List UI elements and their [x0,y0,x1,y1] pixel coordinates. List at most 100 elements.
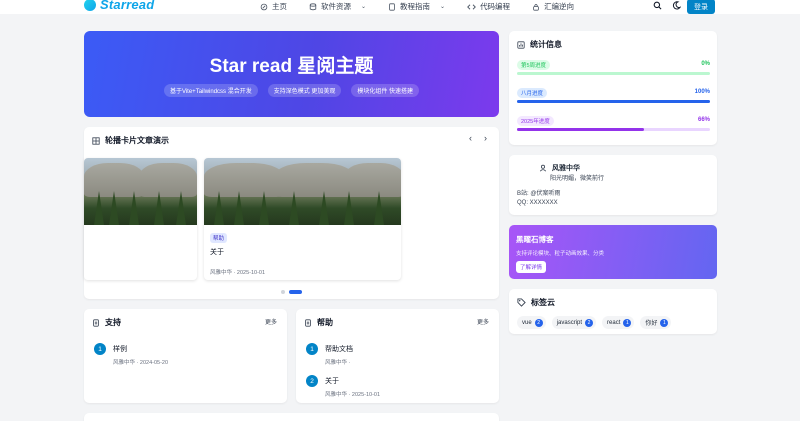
tag-cloud-title: 标签云 [517,297,555,308]
bottom-card [84,413,499,421]
tag-name: 你好 [645,321,658,327]
carousel-slide[interactable] [84,158,197,280]
chevron-down-icon: ⌄ [440,4,446,10]
promo-desc: 支持评论模块、粒子动画效果、分类 [516,251,605,257]
item-title[interactable]: 样例 [113,344,168,354]
progress-label: 八月进度 [517,88,548,98]
item-number: 1 [306,343,318,355]
tag-chip[interactable]: 你好 1 [640,316,672,329]
slide-image [84,158,197,225]
item-meta: 风雅中华 · [325,360,351,366]
profile-name: 风雅中华 [552,165,580,172]
carousel-dot[interactable] [281,290,285,294]
support-more-link[interactable]: 更多 [265,317,277,326]
help-card: 帮助 更多 1 帮助文档 风雅中华 · 2 关于 风雅中华 · 2025-10-… [296,309,499,403]
grid-icon [92,136,100,145]
carousel-title-text: 轮播卡片文章演示 [105,136,169,145]
chart-icon [517,40,525,49]
item-meta: 风雅中华 · 2025-10-01 [325,392,381,398]
tag-chip[interactable]: vue 2 [517,316,546,329]
carousel-title: 轮播卡片文章演示 [92,135,169,146]
progress-bar [517,100,710,103]
profile-motto: 阳光明媚，微笑前行 [550,176,605,182]
progress-percent: 0% [701,61,710,67]
nav-item-reverse[interactable]: 汇编逆向 [532,1,574,12]
tag-name: vue [522,319,532,326]
database-icon [309,2,317,10]
nav-item-tutorials[interactable]: 教程指南 ⌄ [388,1,445,12]
progress-bar [517,72,710,75]
promo-learn-more-button[interactable]: 了解详情 [516,261,547,273]
item-title[interactable]: 关于 [325,376,380,386]
nav-label: 软件资源 [321,2,351,11]
tag-name: javascript [556,319,583,326]
slide-category-badge[interactable]: 帮助 [210,233,228,243]
nav-item-coding[interactable]: 代码编程 [467,1,510,12]
support-title: 支持 [92,317,121,328]
promo-card: 黑曜石博客 支持评论模块、粒子动画效果、分类 了解详情 [509,225,717,279]
main-nav: 主页 软件资源 ⌄ 教程指南 ⌄ 代码编程 汇编逆向 [260,1,574,12]
stats-card: 统计信息 第5周进度 0% 八月进度 100% 2025年进度 66% [509,31,717,145]
progress-fill [517,100,710,103]
carousel-dots [281,290,302,294]
code-icon [467,3,476,10]
tag-icon [517,298,526,307]
search-icon[interactable] [653,1,662,10]
help-title-text: 帮助 [317,318,333,327]
home-icon [260,3,268,10]
tag-chip[interactable]: react 1 [602,316,635,329]
help-more-link[interactable]: 更多 [477,317,489,326]
document-icon [305,318,311,327]
support-card: 支持 更多 1 样例 风雅中华 · 2024-05-20 [84,309,287,403]
nav-label: 汇编逆向 [544,2,575,11]
slide-title[interactable]: 关于 [210,247,224,257]
hero-banner: Star read 星阅主题 基于Vite+Tailwindcss 混合开发 支… [84,31,499,117]
stats-title-text: 统计信息 [530,40,562,49]
nav-label: 教程指南 [400,2,431,11]
list-item[interactable]: 1 帮助文档 风雅中华 · [306,343,353,366]
support-title-text: 支持 [105,318,121,327]
tag-count: 1 [623,318,632,327]
top-header: Starread 主页 软件资源 ⌄ 教程指南 ⌄ 代码编程 汇编逆向 登录 [0,0,800,14]
nav-label: 主页 [272,2,287,11]
hero-tag: 模块化组件 快速搭建 [351,84,420,97]
progress-percent: 66% [697,117,710,123]
progress-label: 第5周进度 [517,60,551,70]
chevron-right-icon[interactable]: › [484,133,487,143]
carousel-dot-active[interactable] [289,290,302,294]
document-icon [93,318,99,327]
nav-item-home[interactable]: 主页 [260,1,287,12]
profile-card: 风雅中华 阳光明媚，微笑前行 B站: @伏案听雨 QQ: XXXXXXX [509,155,717,215]
hero-title: Star read 星阅主题 [209,56,374,77]
chevron-left-icon[interactable]: ‹ [469,133,472,143]
nav-item-software[interactable]: 软件资源 ⌄ [309,1,366,12]
hero-tags: 基于Vite+Tailwindcss 混合开发 支持深色模式 更加美观 模块化组… [84,84,499,97]
lock-icon [533,3,539,11]
carousel-slide[interactable]: 帮助 关于 风雅中华 · 2025-10-01 [204,158,401,280]
login-button[interactable]: 登录 [687,0,715,14]
tag-count: 2 [534,318,543,327]
help-title: 帮助 [304,317,333,328]
book-icon [389,2,395,11]
tag-chip[interactable]: javascript 2 [551,316,597,329]
tag-count: 2 [585,318,594,327]
progress-percent: 100% [694,89,710,95]
progress-fill [517,128,645,131]
profile-site: B站: @伏案听雨 [517,191,561,197]
list-item[interactable]: 1 样例 风雅中华 · 2024-05-20 [94,343,168,366]
slide-image [204,158,401,225]
progress-bar [517,128,710,131]
progress-label: 2025年进度 [517,116,554,126]
site-logo[interactable]: Starread [84,0,154,12]
list-item[interactable]: 2 关于 风雅中华 · 2025-10-01 [306,375,380,398]
item-title[interactable]: 帮助文档 [325,344,353,354]
chevron-down-icon: ⌄ [361,4,367,10]
dark-mode-icon[interactable] [672,1,681,10]
user-icon [539,164,547,172]
carousel-arrows: ‹ › [469,133,487,143]
promo-title: 黑曜石博客 [516,235,554,244]
tag-name: react [607,319,621,326]
profile-header: 风雅中华 [539,163,580,173]
carousel-card: 轮播卡片文章演示 ‹ › 帮助 关于 风雅中华 · 2025-10-01 [84,127,499,299]
item-number: 2 [306,375,318,387]
